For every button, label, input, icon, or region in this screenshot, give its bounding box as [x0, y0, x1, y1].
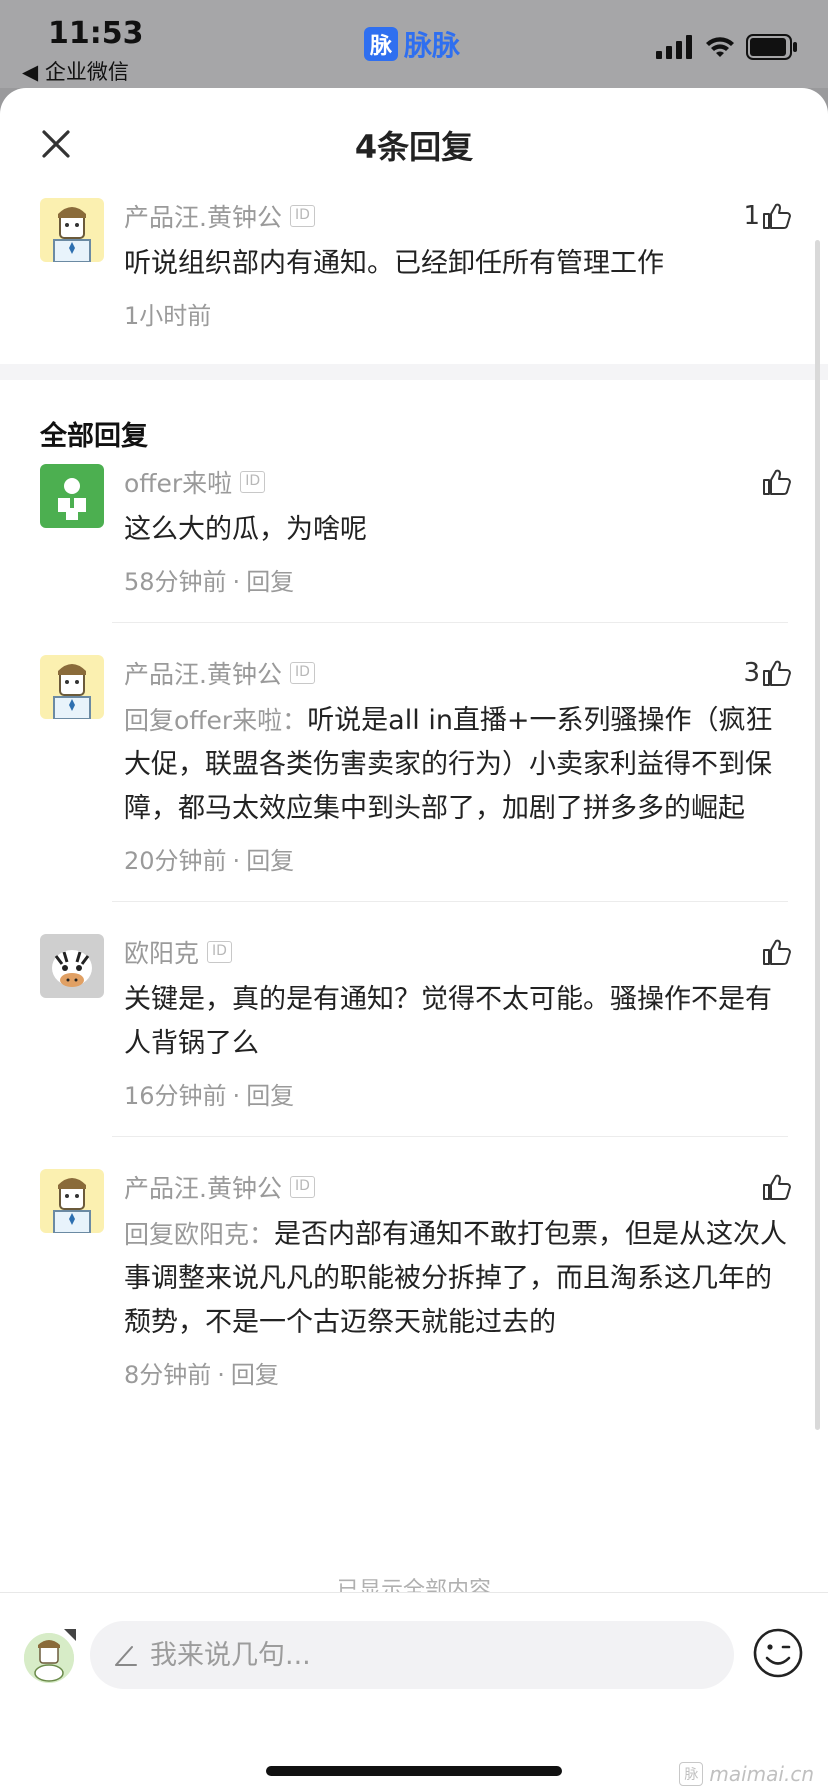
like-button[interactable]	[760, 464, 792, 500]
wifi-icon	[706, 37, 734, 57]
like-count: 1	[743, 201, 760, 231]
author-row: offer来啦 ID	[124, 464, 790, 500]
divider	[112, 901, 788, 902]
reply-item: 欧阳克 ID 关键是，真的是有通知？觉得不太可能。骚操作不是有人背锅了么 16分…	[0, 934, 828, 1114]
author-row: 产品汪.黄钟公 ID	[124, 198, 790, 234]
divider	[112, 1136, 788, 1137]
comment-text: 听说组织部内有通知。已经卸任所有管理工作	[124, 248, 664, 279]
signal-icon	[656, 35, 692, 59]
home-indicator	[266, 1766, 562, 1776]
comment-time: 1小时前	[124, 302, 212, 330]
avatar[interactable]	[40, 198, 104, 262]
comment-text: 回复offer来啦：听说是all in直播+一系列骚操作（疯狂大促，联盟各类伤害…	[124, 699, 790, 831]
avatar[interactable]	[40, 934, 104, 998]
reply-button[interactable]: 回复	[246, 847, 294, 875]
reply-body: 关键是，真的是有通知？觉得不太可能。骚操作不是有人背锅了么	[124, 984, 772, 1059]
comment-input[interactable]	[150, 1639, 710, 1671]
reply-button[interactable]: 回复	[231, 1361, 279, 1389]
divider	[112, 622, 788, 623]
comment-time: 20分钟前	[124, 847, 227, 875]
author-row: 欧阳克 ID	[124, 934, 790, 970]
sheet-header: 4条回复	[0, 88, 828, 198]
main-comment: 产品汪.黄钟公 ID 1 听说组织部内有通知。已经卸任所有管理工作 1小时前	[0, 198, 828, 334]
comment-time: 58分钟前	[124, 568, 227, 596]
comment-text: 这么大的瓜，为啥呢	[124, 508, 790, 552]
app-indicator: 脉 脉脉	[364, 24, 460, 64]
author-row: 产品汪.黄钟公 ID	[124, 655, 790, 691]
like-button[interactable]: 1	[743, 198, 792, 234]
reply-body: 这么大的瓜，为啥呢	[124, 514, 367, 545]
comment-meta: 1小时前	[124, 298, 790, 334]
status-icons	[656, 34, 798, 60]
avatar-switch-indicator	[64, 1629, 76, 1641]
emoji-icon[interactable]	[752, 1627, 804, 1679]
thumbs-up-icon	[763, 939, 791, 965]
reply-item: offer来啦 ID 这么大的瓜，为啥呢 58分钟前 · 回复	[0, 464, 828, 600]
author-name[interactable]: 产品汪.黄钟公	[124, 1169, 282, 1205]
pencil-icon	[115, 1646, 137, 1666]
thumbs-up-icon	[763, 660, 791, 686]
comment-meta: 16分钟前 · 回复	[124, 1082, 295, 1110]
battery-icon	[746, 34, 797, 60]
end-of-list-text: 已显示全部内容	[336, 1578, 491, 1592]
reply-to-label[interactable]: 回复欧阳克：	[124, 1220, 274, 1249]
watermark: 脉 maimai.cn	[679, 1762, 814, 1786]
reply-item: 产品汪.黄钟公 ID 3 回复offer来啦：听说是all in直播+一系列骚操…	[0, 655, 828, 879]
like-button[interactable]	[760, 934, 792, 970]
reply-button[interactable]: 回复	[246, 1082, 294, 1110]
status-time: 11:53	[48, 16, 144, 51]
comment-text: 关键是，真的是有通知？觉得不太可能。骚操作不是有人背锅了么	[124, 978, 790, 1066]
comment-meta: 20分钟前 · 回复	[124, 847, 295, 875]
app-name: 脉脉	[404, 29, 461, 62]
thumbs-up-icon	[763, 469, 791, 495]
author-name[interactable]: 产品汪.黄钟公	[124, 198, 282, 234]
comment-meta: 8分钟前 · 回复	[124, 1361, 279, 1389]
thumbs-up-icon	[763, 203, 791, 229]
author-name[interactable]: offer来啦	[124, 464, 232, 500]
comment-time: 16分钟前	[124, 1082, 227, 1110]
id-badge: ID	[289, 662, 315, 684]
id-badge: ID	[240, 471, 266, 493]
sheet-title: 4条回复	[354, 128, 474, 166]
watermark-logo: 脉	[679, 1762, 704, 1786]
comment-text: 回复欧阳克：是否内部有通知不敢打包票，但是从这次人事调整来说凡凡的职能被分拆掉了…	[124, 1213, 790, 1345]
comment-bar: 脉 maimai.cn	[0, 1592, 828, 1792]
avatar[interactable]	[40, 1169, 104, 1233]
like-button[interactable]: 3	[743, 655, 792, 691]
id-badge: ID	[207, 941, 232, 963]
author-name[interactable]: 欧阳克	[124, 934, 199, 970]
id-badge: ID	[289, 205, 315, 227]
status-bar: 11:53 ◀ 企业微信 脉 脉脉	[0, 0, 828, 88]
comment-input-box[interactable]	[90, 1621, 734, 1689]
id-badge: ID	[289, 1176, 315, 1198]
maimai-logo-icon: 脉	[364, 27, 398, 61]
author-name[interactable]: 产品汪.黄钟公	[124, 655, 282, 691]
reply-to-label[interactable]: 回复offer来啦：	[124, 706, 307, 735]
comment-time: 8分钟前	[124, 1361, 212, 1389]
reply-item: 产品汪.黄钟公 ID 回复欧阳克：是否内部有通知不敢打包票，但是从这次人事调整来…	[0, 1169, 828, 1393]
section-title: 全部回复	[40, 421, 148, 452]
avatar[interactable]	[40, 655, 104, 719]
like-button[interactable]	[760, 1169, 792, 1205]
avatar[interactable]	[40, 464, 104, 528]
reply-button[interactable]: 回复	[246, 568, 294, 596]
back-to-app-link[interactable]: ◀ 企业微信	[22, 56, 129, 86]
comment-meta: 58分钟前 · 回复	[124, 568, 295, 596]
section-divider	[0, 364, 828, 380]
replies-sheet: 4条回复 产品汪.黄钟公 ID 1 听说组织部内有通知。已经卸任所有管理工作 1…	[0, 88, 828, 1792]
thumbs-up-icon	[763, 1174, 791, 1200]
like-count: 3	[743, 658, 760, 688]
watermark-text: maimai.cn	[709, 1762, 814, 1786]
author-row: 产品汪.黄钟公 ID	[124, 1169, 790, 1205]
